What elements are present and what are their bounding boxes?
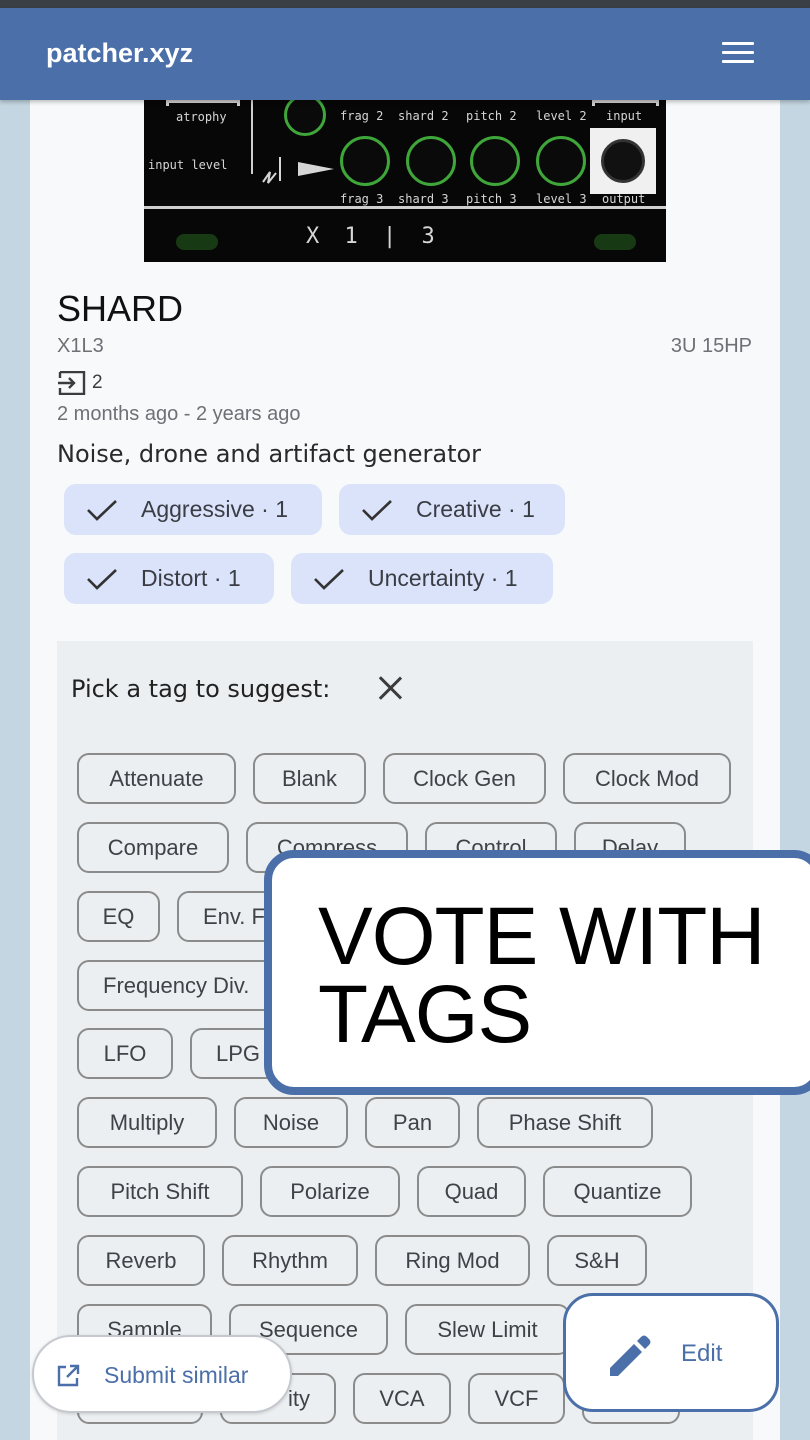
pencil-icon [610, 1335, 651, 1376]
tag-chip[interactable]: EQ [77, 891, 160, 942]
voted-tag-creative[interactable]: Creative · 1 [339, 484, 565, 535]
tag-chip[interactable]: VCF [468, 1373, 565, 1424]
hamburger-menu-icon[interactable] [712, 34, 764, 74]
input-icon [58, 371, 86, 395]
check-icon [87, 500, 117, 521]
external-link-icon [57, 1364, 80, 1387]
tag-chip[interactable]: Clock Mod [563, 753, 731, 804]
voted-tag-uncertainty[interactable]: Uncertainty · 1 [291, 553, 553, 604]
tag-chip[interactable]: Reverb [77, 1235, 205, 1286]
module-size: 3U 15HP [670, 335, 752, 357]
app-bar: patcher.xyz [0, 8, 810, 100]
tag-chip[interactable]: Rhythm [222, 1235, 358, 1286]
tag-chip[interactable]: Pitch Shift [77, 1166, 243, 1217]
voted-tag-aggressive[interactable]: Aggressive · 1 [64, 484, 322, 535]
module-description: Noise, drone and artifact generator [57, 440, 482, 468]
io-count: 2 [92, 372, 103, 393]
module-title: SHARD [57, 288, 184, 329]
tag-chip[interactable]: Pan [365, 1097, 460, 1148]
tag-chip[interactable]: Blank [253, 753, 366, 804]
edit-button[interactable]: Edit [563, 1293, 779, 1412]
tag-chip[interactable]: Quantize [543, 1166, 692, 1217]
check-icon [87, 569, 117, 590]
submit-similar-button[interactable]: Submit similar [32, 1335, 292, 1413]
promo-text: VOTE WITH TAGS [318, 891, 766, 1060]
tag-chip[interactable]: Polarize [260, 1166, 400, 1217]
status-strip [0, 0, 810, 8]
tag-chip[interactable]: Ring Mod [375, 1235, 530, 1286]
tag-chip[interactable]: Slew Limit [405, 1304, 570, 1355]
tag-chip[interactable]: S&H [547, 1235, 647, 1286]
voted-tag-distort[interactable]: Distort · 1 [64, 553, 274, 604]
tag-chip[interactable]: Compare [77, 822, 229, 873]
tag-chip[interactable]: VCA [353, 1373, 451, 1424]
check-icon [314, 569, 344, 590]
module-panel-image: atrophy frag 2 shard 2 pitch 2 level 2 i… [144, 100, 666, 262]
edit-label: Edit [681, 1340, 723, 1367]
brand-title[interactable]: patcher.xyz [46, 38, 193, 69]
tag-chip[interactable]: Quad [417, 1166, 526, 1217]
tag-chip[interactable]: Phase Shift [477, 1097, 653, 1148]
module-dates: 2 months ago - 2 years ago [57, 403, 301, 425]
check-icon [362, 500, 392, 521]
suggest-tag-label: Pick a tag to suggest: [71, 675, 331, 703]
tag-chip[interactable]: LFO [77, 1028, 173, 1079]
module-manufacturer[interactable]: X1L3 [57, 335, 104, 358]
submit-similar-label: Submit similar [104, 1362, 249, 1388]
close-icon[interactable] [372, 670, 408, 706]
tag-chip[interactable]: Clock Gen [383, 753, 546, 804]
tag-chip[interactable]: Attenuate [77, 753, 236, 804]
promo-callout: VOTE WITH TAGS [264, 850, 810, 1095]
tag-chip[interactable]: Frequency Div. [77, 960, 287, 1011]
tag-chip[interactable]: Noise [234, 1097, 348, 1148]
tag-chip[interactable]: Multiply [77, 1097, 217, 1148]
